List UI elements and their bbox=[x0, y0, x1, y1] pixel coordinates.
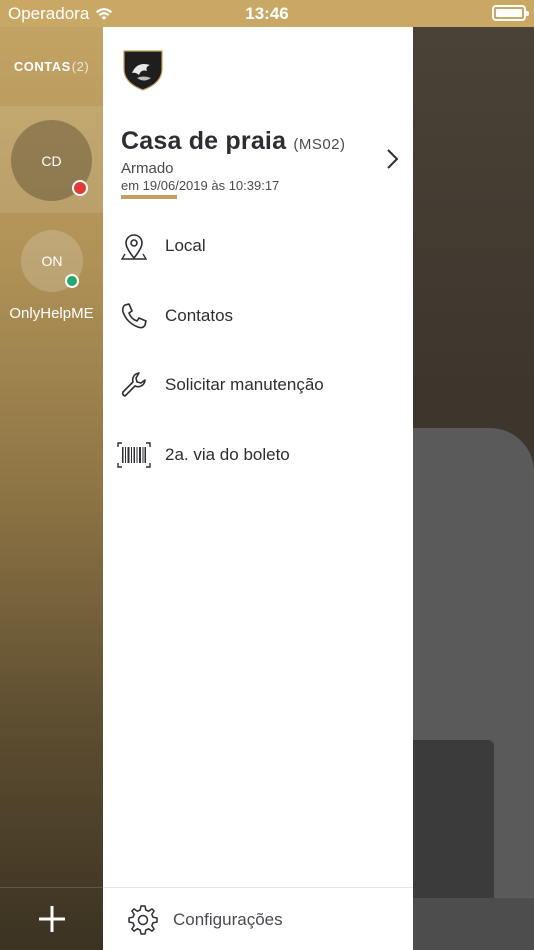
gear-icon bbox=[128, 905, 158, 935]
menu-item-manutencao[interactable]: Solicitar manutenção bbox=[103, 357, 413, 413]
settings-footer[interactable]: Configurações bbox=[103, 887, 413, 950]
menu-label: Local bbox=[165, 236, 206, 255]
add-account-area bbox=[0, 887, 103, 950]
account-name: Casa de praia bbox=[121, 127, 287, 155]
engefort-logo bbox=[123, 50, 163, 91]
accounts-rail: CONTAS (2) CD ON OnlyHelpME bbox=[0, 27, 103, 950]
menu-item-local[interactable]: Local bbox=[103, 218, 413, 274]
background-device-image bbox=[412, 740, 494, 898]
phone-icon bbox=[117, 299, 151, 333]
menu-item-contatos[interactable]: Contatos bbox=[103, 288, 413, 344]
account-status-date: em 19/06/2019 às 10:39:17 bbox=[121, 178, 280, 193]
account-status: Armado bbox=[121, 160, 174, 177]
account-initials: ON bbox=[41, 253, 63, 269]
account-status-dot-red bbox=[72, 180, 88, 196]
status-time: 13:46 bbox=[245, 4, 289, 23]
menu-label: Contatos bbox=[165, 306, 234, 325]
accounts-header: CONTAS (2) bbox=[0, 27, 103, 107]
chevron-right-icon[interactable] bbox=[383, 148, 401, 170]
battery-icon bbox=[492, 5, 529, 21]
map-pin-icon bbox=[117, 229, 151, 263]
accounts-header-label: CONTAS bbox=[13, 59, 71, 74]
menu-item-boleto[interactable]: 2a. via do boleto bbox=[103, 427, 413, 483]
account-name-label[interactable]: OnlyHelpME bbox=[0, 305, 103, 322]
account-status-dot-green bbox=[65, 274, 79, 288]
account-initials: CD bbox=[41, 152, 62, 169]
account-code: (MS02) bbox=[293, 136, 346, 153]
wrench-icon bbox=[117, 368, 151, 402]
settings-label: Configurações bbox=[173, 910, 283, 929]
background-bottom-bar bbox=[412, 898, 534, 950]
account-status-underline bbox=[121, 195, 177, 199]
plus-icon[interactable] bbox=[38, 905, 66, 933]
status-bar: Operadora 13:46 bbox=[0, 0, 534, 27]
menu-label: Solicitar manutenção bbox=[165, 375, 324, 394]
accounts-count: (2) bbox=[71, 59, 90, 74]
menu-label: 2a. via do boleto bbox=[165, 445, 290, 464]
account-title[interactable]: Casa de praia (MS02) bbox=[121, 127, 346, 156]
side-drawer: Casa de praia (MS02) Armado em 19/06/201… bbox=[103, 27, 413, 950]
barcode-icon bbox=[117, 438, 151, 472]
